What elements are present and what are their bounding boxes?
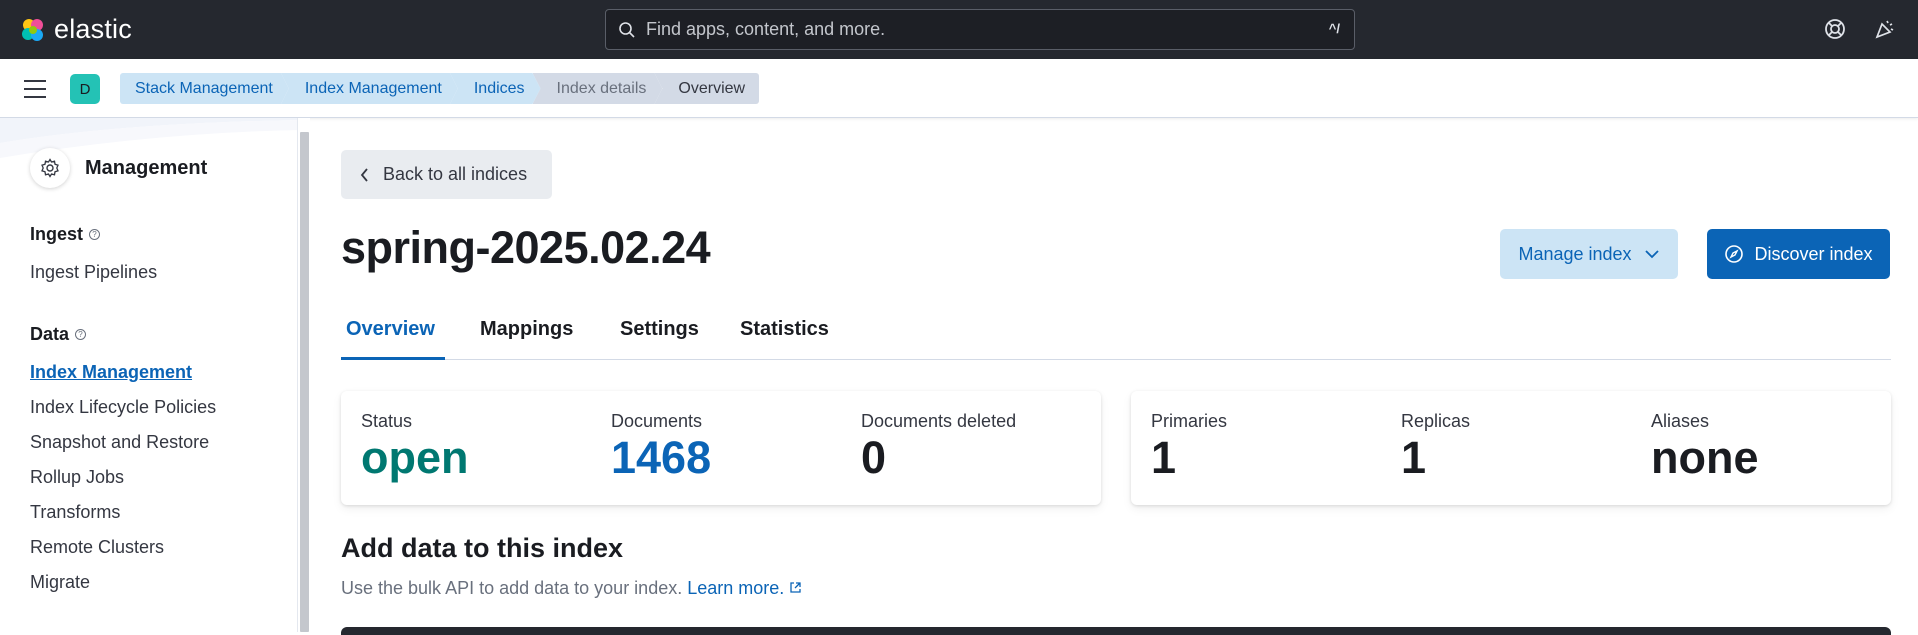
stat-value: open: [361, 432, 469, 483]
add-data-description: Use the bulk API to add data to your ind…: [341, 578, 802, 599]
add-data-text: Use the bulk API to add data to your ind…: [341, 578, 683, 598]
stat-value: 0: [861, 432, 887, 483]
scrollbar-thumb[interactable]: [300, 132, 309, 632]
shards-card: Primaries 1 Replicas 1 Aliases none: [1131, 391, 1891, 505]
elastic-logo[interactable]: elastic: [20, 14, 132, 45]
sidebar-item-remote-clusters[interactable]: Remote Clusters: [30, 537, 164, 558]
menu-toggle-icon[interactable]: [24, 80, 46, 98]
tab-overview[interactable]: Overview: [341, 318, 445, 360]
stat-label: Replicas: [1401, 411, 1471, 431]
sidebar-group-label: Ingest: [30, 224, 84, 244]
stat-label: Aliases: [1651, 411, 1710, 431]
help-icon[interactable]: [1822, 16, 1848, 42]
breadcrumb-indices[interactable]: Indices: [450, 73, 541, 104]
breadcrumb-bar: D Stack Management Index Management Indi…: [0, 59, 1918, 118]
chevron-down-icon: [1644, 250, 1659, 259]
search-icon: [619, 22, 635, 38]
tab-statistics[interactable]: Statistics: [735, 318, 834, 360]
breadcrumb-index-management[interactable]: Index Management: [281, 73, 458, 104]
add-data-title: Add data to this index: [341, 533, 624, 563]
learn-more-link[interactable]: Learn more.: [687, 578, 802, 598]
space-avatar[interactable]: D: [70, 74, 100, 104]
stat-aliases: Aliases none: [1651, 411, 1759, 481]
tab-settings[interactable]: Settings: [615, 318, 704, 360]
elastic-logo-icon: [22, 18, 43, 41]
stat-primaries: Primaries 1: [1151, 411, 1227, 481]
top-header: elastic Find apps, content, and more. ^/: [0, 0, 1918, 59]
question-icon: ?: [75, 329, 87, 340]
stat-documents-deleted: Documents deleted 0: [861, 411, 1016, 481]
stat-value: 1468: [611, 432, 712, 483]
sidebar-item-ingest-pipelines[interactable]: Ingest Pipelines: [30, 262, 157, 283]
sidebar-group-label: Data: [30, 324, 70, 344]
sidebar-group-ingest: Ingest ?: [30, 224, 101, 245]
compass-icon: [1725, 245, 1744, 263]
stat-value: 1: [1401, 432, 1427, 483]
status-card: Status open Documents 1468 Documents del…: [341, 391, 1101, 505]
global-search-input[interactable]: Find apps, content, and more. ^/: [605, 9, 1355, 50]
breadcrumb-stack-management[interactable]: Stack Management: [120, 73, 289, 104]
breadcrumb-overview: Overview: [654, 73, 760, 104]
sidebar-group-data: Data ?: [30, 324, 87, 345]
sidebar-item-index-management[interactable]: Index Management: [30, 362, 192, 383]
stat-documents: Documents 1468: [611, 411, 711, 481]
breadcrumb-index-details: Index details: [533, 73, 663, 104]
question-icon: ?: [89, 229, 101, 240]
tab-mappings[interactable]: Mappings: [475, 318, 578, 360]
gear-icon: [30, 148, 70, 188]
sidebar-item-transforms[interactable]: Transforms: [30, 502, 120, 523]
sidebar-item-rollup-jobs[interactable]: Rollup Jobs: [30, 467, 124, 488]
stat-label: Primaries: [1151, 411, 1228, 431]
stat-value: none: [1651, 432, 1759, 483]
stat-replicas: Replicas 1: [1401, 411, 1470, 481]
news-feed-icon[interactable]: [1872, 16, 1898, 42]
stat-status: Status open: [361, 411, 469, 481]
discover-index-label: Discover index: [1754, 243, 1873, 264]
stat-value: 1: [1151, 432, 1177, 483]
discover-index-button[interactable]: Discover index: [1707, 229, 1890, 279]
index-tabs: Overview Mappings Settings Statistics: [341, 318, 1891, 360]
sidebar-item-index-lifecycle-policies[interactable]: Index Lifecycle Policies: [30, 397, 216, 418]
search-shortcut: ^/: [1328, 21, 1340, 36]
logo-text: elastic: [54, 14, 132, 44]
breadcrumb: Stack Management Index Management Indice…: [120, 73, 760, 104]
chevron-left-icon: [360, 167, 368, 182]
sidebar-item-migrate[interactable]: Migrate: [30, 572, 90, 593]
manage-index-button[interactable]: Manage index: [1500, 229, 1678, 279]
learn-more-label: Learn more.: [687, 578, 785, 598]
stat-label: Documents deleted: [861, 411, 1017, 431]
sidebar-item-snapshot-and-restore[interactable]: Snapshot and Restore: [30, 432, 209, 453]
external-link-icon: [790, 582, 801, 593]
sidebar-title: Management: [85, 157, 208, 179]
stat-label: Status: [361, 411, 413, 431]
page-title: spring-2025.02.24: [341, 222, 711, 273]
stat-label: Documents: [611, 411, 703, 431]
management-sidebar: Management Ingest ? Ingest Pipelines Dat…: [0, 118, 310, 632]
back-button-label: Back to all indices: [383, 164, 528, 184]
sidebar-scrollbar[interactable]: [297, 118, 310, 632]
search-placeholder: Find apps, content, and more.: [646, 19, 886, 39]
manage-index-label: Manage index: [1518, 243, 1632, 264]
code-block: [341, 627, 1891, 635]
back-to-indices-button[interactable]: Back to all indices: [341, 150, 552, 199]
